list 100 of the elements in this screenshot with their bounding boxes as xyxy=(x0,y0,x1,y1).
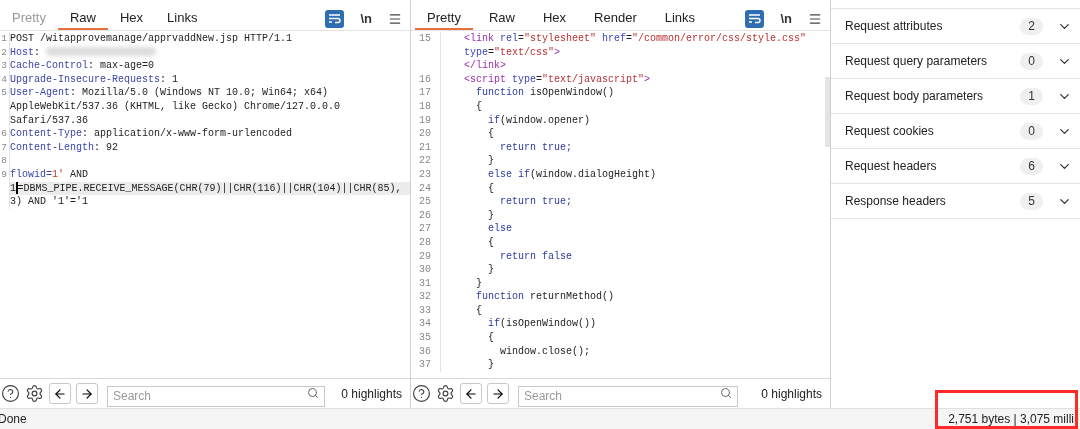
newline-toggle[interactable]: \n xyxy=(356,8,376,29)
tab[interactable]: Links xyxy=(652,7,708,30)
section-label: Request attributes xyxy=(845,18,943,35)
line-number: 22 xyxy=(419,155,431,167)
line-number: 34 xyxy=(419,318,431,330)
code-line: <script type="text/javascript"> xyxy=(463,73,651,85)
search-icon xyxy=(720,387,732,399)
code-line: flowid=1' AND xyxy=(10,168,89,180)
section-label: Request body parameters xyxy=(845,88,984,105)
wrap-lines-icon[interactable] xyxy=(325,9,345,28)
settings-icon[interactable] xyxy=(436,384,455,403)
search-field[interactable]: Search xyxy=(107,385,325,407)
line-number: 3 xyxy=(1,60,7,72)
back-button[interactable] xyxy=(49,383,71,404)
code-line: if(isOpenWindow()) xyxy=(487,318,597,330)
line-number: 35 xyxy=(419,332,431,344)
arrow-right-icon xyxy=(80,386,94,401)
line-number: 4 xyxy=(1,73,7,85)
code-line: return true; xyxy=(499,196,573,208)
code-line: { xyxy=(487,128,494,140)
code-line: { xyxy=(487,182,494,194)
section-label: Request headers xyxy=(845,158,937,175)
line-number: 27 xyxy=(419,223,431,235)
code-line: <link rel="stylesheet" href="/common/error/css/style.css" xyxy=(463,33,807,44)
tab[interactable]: Hex xyxy=(531,7,579,30)
line-number: 30 xyxy=(419,264,431,276)
line-number: 28 xyxy=(419,236,431,248)
help-icon[interactable] xyxy=(412,384,431,403)
highlights-count: 0 highlights xyxy=(341,385,402,403)
code-line: window.close(); xyxy=(499,345,591,357)
line-number: 7 xyxy=(1,141,7,153)
code-line: Cache-Control: max-age=0 xyxy=(10,60,155,72)
code-line: User-Agent: Mozilla/5.0 (Windows NT 10.0; Win64; x64) xyxy=(10,87,329,99)
forward-button[interactable] xyxy=(76,383,98,404)
code-line: } xyxy=(475,277,482,289)
line-number: 24 xyxy=(419,182,431,194)
line-number: 18 xyxy=(419,100,431,112)
line-number: 6 xyxy=(1,128,7,140)
line-number: 16 xyxy=(419,73,431,85)
line-number: 1 xyxy=(1,33,7,44)
line-number: 37 xyxy=(419,359,431,371)
tab[interactable]: Links xyxy=(155,7,210,30)
count-badge: 1 xyxy=(1020,87,1043,105)
code-line: 3) AND '1'='1 xyxy=(10,196,88,208)
code-line: if(window.opener) xyxy=(487,114,591,126)
tab[interactable]: Pretty xyxy=(415,7,473,30)
count-badge: 6 xyxy=(1020,157,1043,175)
line-number: 36 xyxy=(419,345,431,357)
code-line: 1=DBMS_PIPE.RECEIVE_MESSAGE(CHR(79)||CHR(116)||CHR(104)||CHR(85), xyxy=(10,182,402,194)
code-line: else xyxy=(487,223,512,235)
search-icon xyxy=(307,387,319,399)
line-number: 31 xyxy=(419,277,431,289)
line-number: 26 xyxy=(419,209,431,221)
text-caret xyxy=(16,181,18,194)
line-number: 15 xyxy=(419,33,431,44)
code-line: return false xyxy=(499,250,573,262)
count-badge: 5 xyxy=(1020,192,1043,210)
line-number: 33 xyxy=(419,304,431,316)
highlights-count: 0 highlights xyxy=(761,385,822,403)
arrow-right-icon xyxy=(491,386,505,401)
code-line: { xyxy=(487,332,494,344)
search-field[interactable]: Search xyxy=(518,385,738,407)
menu-icon[interactable] xyxy=(388,11,402,26)
back-button[interactable] xyxy=(460,383,482,404)
tab[interactable]: Raw xyxy=(476,7,527,30)
code-line: function returnMethod() xyxy=(475,291,615,303)
code-line: return true; xyxy=(499,141,573,153)
tab[interactable]: Hex xyxy=(108,7,156,30)
line-number: 17 xyxy=(419,87,431,99)
scrollbar[interactable] xyxy=(825,77,830,147)
code-line: { xyxy=(475,100,482,112)
code-line: } xyxy=(487,209,494,221)
code-line: } xyxy=(487,359,494,371)
line-number: 23 xyxy=(419,168,431,180)
menu-icon[interactable] xyxy=(808,11,822,26)
code-line: type="text/css"> xyxy=(463,46,561,58)
code-line: AppleWebKit/537.36 (KHTML, like Gecko) Chrome/127.0.0.0 xyxy=(10,100,341,112)
tab[interactable]: Raw xyxy=(57,7,108,30)
code-line: Content-Length: 92 xyxy=(10,141,119,153)
code-line: Content-Type: application/x-www-form-urlencoded xyxy=(10,128,293,140)
code-line: POST /witapprovemanage/apprvaddNew.jsp HTTP/1.1 xyxy=(10,33,293,44)
section-label: Request query parameters xyxy=(845,53,988,70)
forward-button[interactable] xyxy=(487,383,509,404)
tab[interactable]: Render xyxy=(582,7,649,30)
line-number: 2 xyxy=(1,46,7,58)
line-number: 9 xyxy=(1,168,7,180)
line-number: 32 xyxy=(419,291,431,303)
code-line: function isOpenWindow() xyxy=(475,87,615,99)
line-number: 20 xyxy=(419,128,431,140)
code-line: Safari/537.36 xyxy=(10,114,88,126)
newline-toggle[interactable]: \n xyxy=(776,8,796,29)
wrap-lines-icon[interactable] xyxy=(745,9,765,28)
code-line: } xyxy=(487,155,494,167)
section-label: Response headers xyxy=(845,193,946,210)
settings-icon[interactable] xyxy=(25,384,44,403)
help-icon[interactable] xyxy=(1,384,20,403)
section-label: Request cookies xyxy=(845,123,934,140)
arrow-left-icon xyxy=(53,386,67,401)
count-badge: 0 xyxy=(1020,122,1043,140)
code-line: Host: xyxy=(10,46,157,58)
